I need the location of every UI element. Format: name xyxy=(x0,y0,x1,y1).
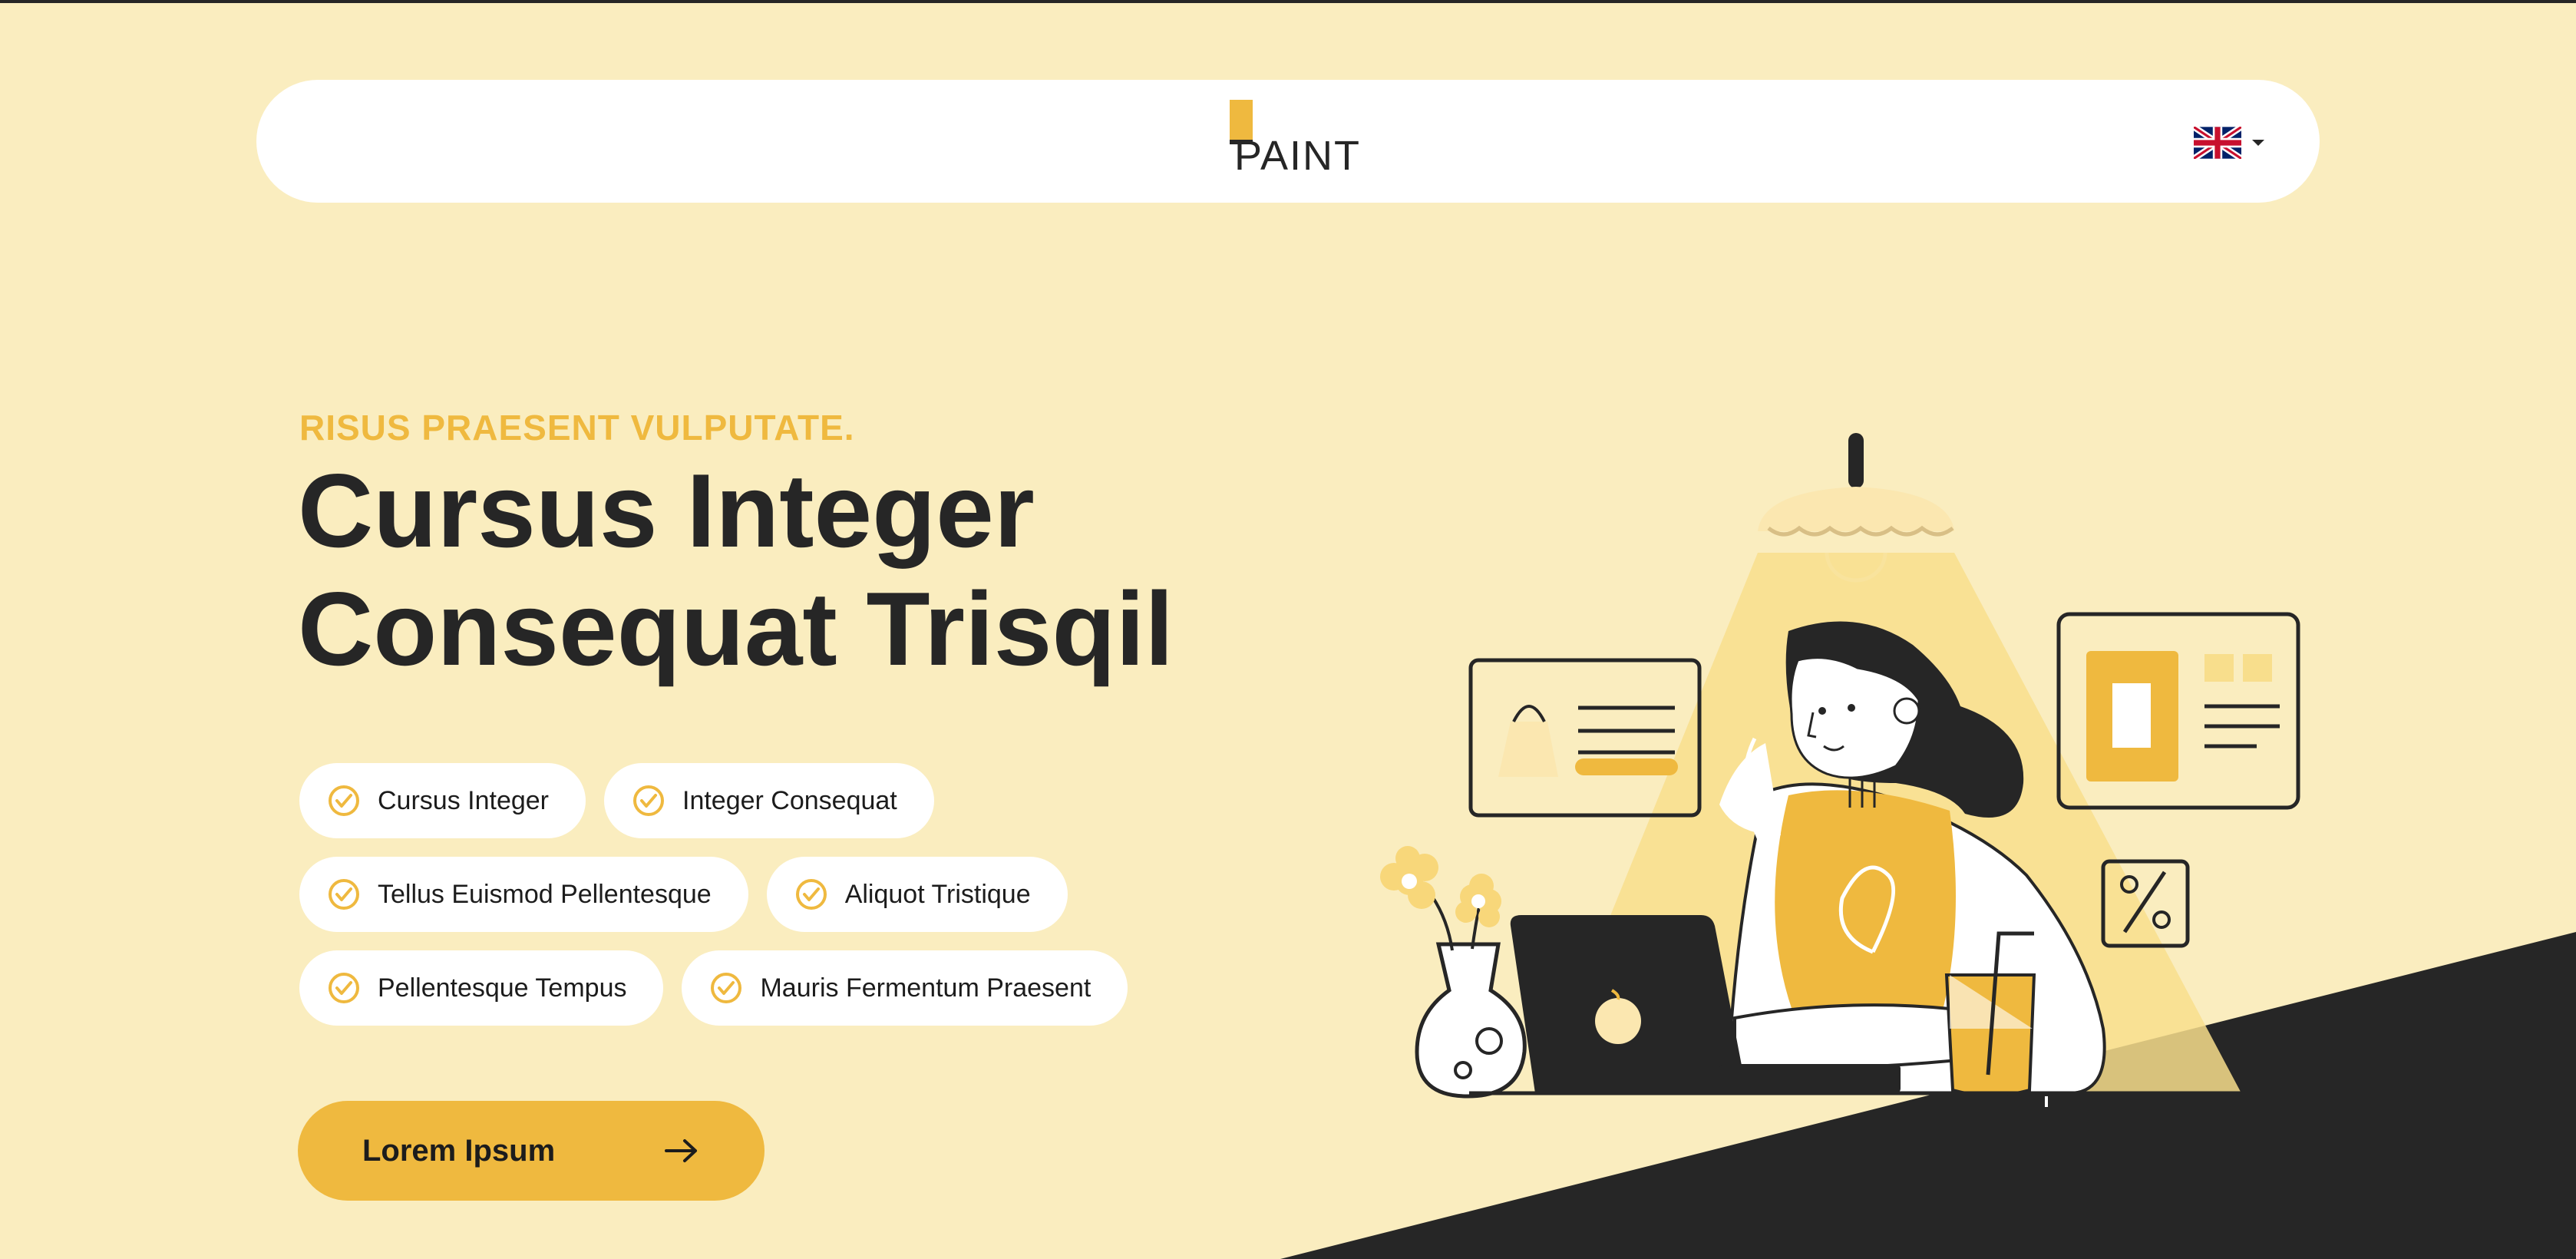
hero-illustration xyxy=(1280,433,2576,1259)
